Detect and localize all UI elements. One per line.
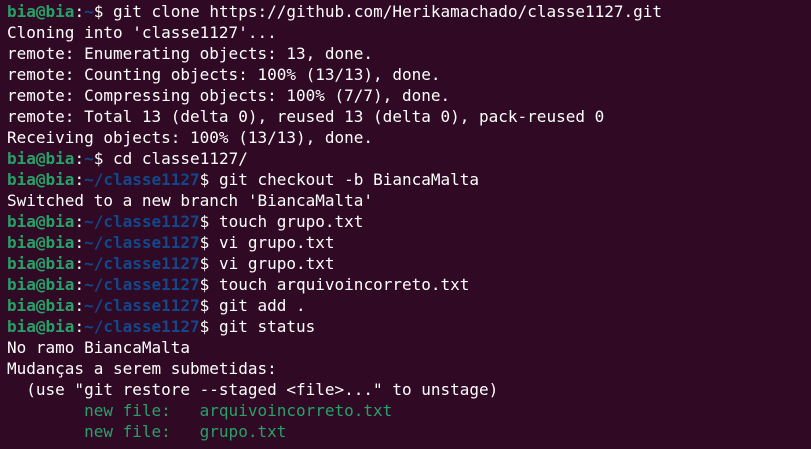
command-text: touch arquivoincorreto.txt bbox=[209, 275, 470, 294]
prompt-path: ~/classe1127 bbox=[84, 170, 200, 189]
prompt-separator: : bbox=[74, 275, 85, 294]
output-line: remote: Compressing objects: 100% (7/7),… bbox=[7, 85, 811, 106]
output-line: Receiving objects: 100% (13/13), done. bbox=[7, 127, 811, 148]
output-text: (use "git restore --staged <file>..." to… bbox=[7, 380, 499, 399]
prompt-symbol: $ bbox=[199, 275, 210, 294]
prompt-path: ~/classe1127 bbox=[84, 254, 200, 273]
staged-file-line: new file: grupo.txt bbox=[7, 421, 811, 442]
prompt-line: bia@bia:~/classe1127$ touch grupo.txt bbox=[7, 211, 811, 232]
prompt-separator: : bbox=[74, 170, 85, 189]
output-text: remote: Counting objects: 100% (13/13), … bbox=[7, 65, 441, 84]
prompt-user: bia@bia bbox=[7, 233, 75, 252]
command-text: git checkout -b BiancaMalta bbox=[209, 170, 480, 189]
output-text: No ramo BiancaMalta bbox=[7, 338, 191, 357]
prompt-path: ~/classe1127 bbox=[84, 212, 200, 231]
prompt-separator: : bbox=[74, 296, 85, 315]
prompt-line: bia@bia:~/classe1127$ git add . bbox=[7, 295, 811, 316]
output-line: No ramo BiancaMalta bbox=[7, 337, 811, 358]
output-text: remote: Total 13 (delta 0), reused 13 (d… bbox=[7, 107, 605, 126]
command-text: vi grupo.txt bbox=[209, 233, 335, 252]
prompt-line: bia@bia:~$ cd classe1127/ bbox=[7, 148, 811, 169]
output-line: Cloning into 'classe1127'... bbox=[7, 22, 811, 43]
prompt-symbol: $ bbox=[93, 2, 104, 21]
prompt-symbol: $ bbox=[199, 317, 210, 336]
prompt-separator: : bbox=[74, 212, 85, 231]
staged-file-text: new file: arquivoincorreto.txt bbox=[7, 401, 393, 420]
command-text: vi grupo.txt bbox=[209, 254, 335, 273]
command-text: touch grupo.txt bbox=[209, 212, 364, 231]
prompt-path: ~ bbox=[84, 149, 94, 168]
prompt-line: bia@bia:~/classe1127$ vi grupo.txt bbox=[7, 253, 811, 274]
prompt-user: bia@bia bbox=[7, 275, 75, 294]
output-line: remote: Total 13 (delta 0), reused 13 (d… bbox=[7, 106, 811, 127]
prompt-line: bia@bia:~/classe1127$ git status bbox=[7, 316, 811, 337]
prompt-user: bia@bia bbox=[7, 254, 75, 273]
command-text: git clone https://github.com/Herikamacha… bbox=[103, 2, 663, 21]
prompt-path: ~/classe1127 bbox=[84, 296, 200, 315]
staged-file-line: new file: arquivoincorreto.txt bbox=[7, 400, 811, 421]
output-text: Mudanças a serem submetidas: bbox=[7, 359, 277, 378]
output-line: Mudanças a serem submetidas: bbox=[7, 358, 811, 379]
prompt-user: bia@bia bbox=[7, 149, 75, 168]
prompt-separator: : bbox=[74, 317, 85, 336]
prompt-separator: : bbox=[74, 254, 85, 273]
prompt-line: bia@bia:~/classe1127$ git checkout -b Bi… bbox=[7, 169, 811, 190]
prompt-user: bia@bia bbox=[7, 317, 75, 336]
prompt-symbol: $ bbox=[93, 149, 104, 168]
output-text: remote: Compressing objects: 100% (7/7),… bbox=[7, 86, 451, 105]
prompt-path: ~ bbox=[84, 2, 94, 21]
prompt-user: bia@bia bbox=[7, 170, 75, 189]
prompt-symbol: $ bbox=[199, 254, 210, 273]
command-text: git add . bbox=[209, 296, 306, 315]
command-text: git status bbox=[209, 317, 316, 336]
terminal-window[interactable]: bia@bia:~$ git clone https://github.com/… bbox=[0, 0, 811, 449]
prompt-path: ~/classe1127 bbox=[84, 233, 200, 252]
output-text: Cloning into 'classe1127'... bbox=[7, 23, 277, 42]
output-text: remote: Enumerating objects: 13, done. bbox=[7, 44, 374, 63]
prompt-line: bia@bia:~/classe1127$ touch arquivoincor… bbox=[7, 274, 811, 295]
prompt-symbol: $ bbox=[199, 296, 210, 315]
prompt-line: bia@bia:~$ git clone https://github.com/… bbox=[7, 1, 811, 22]
prompt-line: bia@bia:~/classe1127$ vi grupo.txt bbox=[7, 232, 811, 253]
prompt-separator: : bbox=[74, 149, 85, 168]
output-line: (use "git restore --staged <file>..." to… bbox=[7, 379, 811, 400]
prompt-separator: : bbox=[74, 2, 85, 21]
prompt-user: bia@bia bbox=[7, 296, 75, 315]
prompt-user: bia@bia bbox=[7, 2, 75, 21]
output-line: remote: Counting objects: 100% (13/13), … bbox=[7, 64, 811, 85]
output-text: Switched to a new branch 'BiancaMalta' bbox=[7, 191, 374, 210]
prompt-path: ~/classe1127 bbox=[84, 317, 200, 336]
prompt-symbol: $ bbox=[199, 170, 210, 189]
prompt-user: bia@bia bbox=[7, 212, 75, 231]
prompt-symbol: $ bbox=[199, 212, 210, 231]
staged-file-text: new file: grupo.txt bbox=[7, 422, 287, 441]
output-line: remote: Enumerating objects: 13, done. bbox=[7, 43, 811, 64]
prompt-symbol: $ bbox=[199, 233, 210, 252]
prompt-path: ~/classe1127 bbox=[84, 275, 200, 294]
command-text: cd classe1127/ bbox=[103, 149, 248, 168]
output-line: Switched to a new branch 'BiancaMalta' bbox=[7, 190, 811, 211]
output-text: Receiving objects: 100% (13/13), done. bbox=[7, 128, 374, 147]
prompt-separator: : bbox=[74, 233, 85, 252]
